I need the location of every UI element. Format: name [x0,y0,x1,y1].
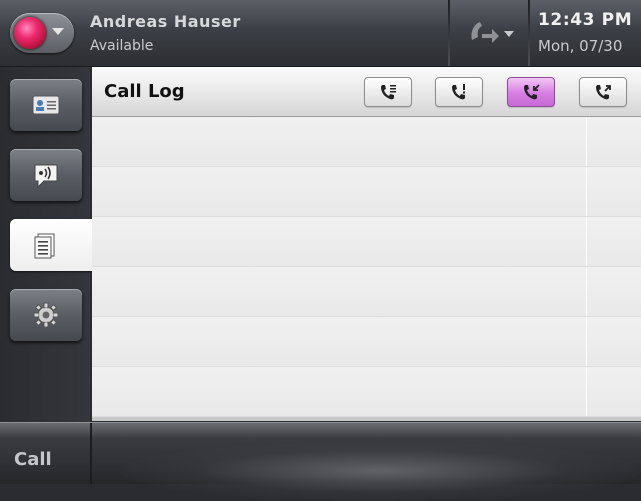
status-bar: Andreas Hauser Available 12:43 PM Mon, 0… [0,0,641,67]
call-log-panel: Call Log [92,67,641,421]
phone-incoming-icon [524,84,540,100]
divider [448,0,450,66]
clock-date: Mon, 07/30 [538,37,623,55]
filter-received-calls-button[interactable] [507,77,555,107]
column-separator [586,317,587,366]
clock-time: 12:43 PM [538,10,633,30]
call-forward-icon [466,18,500,55]
call-forward-button[interactable] [452,16,522,52]
action-bar-glow [120,441,640,501]
contact-card-icon [32,95,60,115]
presence-status: Available [90,38,154,54]
list-item[interactable] [92,367,641,417]
column-separator [586,367,587,416]
divider [528,0,530,66]
sidebar-item-call-log[interactable] [10,219,92,271]
filter-missed-calls-button[interactable] [435,77,483,107]
filter-placed-calls-button[interactable] [579,77,627,107]
document-list-icon [34,233,55,259]
column-separator [586,117,587,166]
panel-header: Call Log [92,67,641,117]
sidebar [0,67,92,422]
list-item[interactable] [92,117,641,167]
chevron-down-icon [504,31,514,37]
call-log-list [92,117,641,417]
call-button[interactable]: Call [0,423,92,484]
phone-outgoing-icon [596,85,611,100]
list-item[interactable] [92,317,641,367]
sidebar-item-settings[interactable] [10,289,82,341]
sidebar-item-voicemail[interactable] [10,149,82,201]
call-button-label: Call [14,449,52,470]
filter-all-calls-button[interactable] [364,77,412,107]
list-item[interactable] [92,167,641,217]
list-item[interactable] [92,267,641,317]
presence-orb-icon [14,17,46,49]
user-name: Andreas Hauser [90,12,241,31]
page-title: Call Log [104,81,185,102]
column-separator [586,267,587,316]
column-separator [586,167,587,216]
column-separator [586,217,587,266]
action-bar: Call [0,422,641,501]
phone-list-icon [381,85,396,100]
gear-icon [33,302,59,328]
speaker-bubble-icon [34,164,58,189]
panel-bottom-edge [92,417,641,421]
chevron-down-icon [52,28,64,35]
list-item[interactable] [92,217,641,267]
phone-missed-icon [452,84,465,100]
sidebar-item-contacts[interactable] [10,79,82,131]
presence-selector[interactable] [10,13,74,53]
